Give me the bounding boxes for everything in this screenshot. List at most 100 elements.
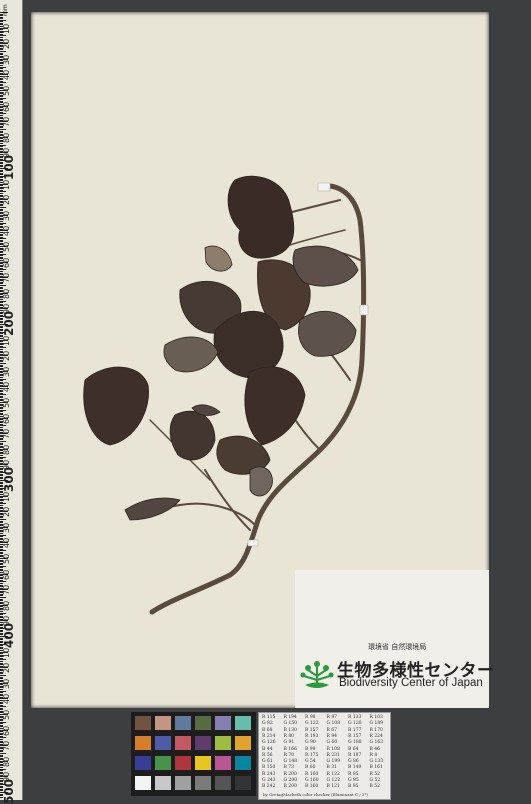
color-value-cell: R 115 [262,715,276,720]
color-checker-card [131,712,256,796]
color-value-cell: G 86 [348,759,359,765]
color-value-cell: R 214 [262,733,276,739]
color-value-cell: G 163 [369,740,384,746]
color-value-cell: B 150 [262,765,276,771]
color-value-cell: G 61 [262,759,273,765]
color-value-cell: G 60 [326,740,338,746]
color-value-cell: G 160 [305,778,319,783]
color-value-cell: B 60 [305,765,316,771]
color-value-cell: G 200 [283,778,298,783]
color-value-cell: B 67 [326,727,337,733]
color-swatch [135,776,151,790]
color-value-cell: B 73 [283,765,294,771]
color-value-cell: G 189 [369,721,384,727]
color-value-cell: B 166 [283,746,297,752]
color-value-cell: R 56 [262,752,273,758]
color-value-cell: B 99 [305,746,316,752]
color-swatch [195,736,211,750]
color-value-cell: R 85 [348,771,359,777]
color-swatch [135,716,151,730]
color-value-cell: G 243 [262,778,276,783]
color-value-cell: R 243 [262,771,276,777]
color-value-cell: R 94 [326,733,338,739]
color-table-footnote: by GretagMacbeth color checker (Illumina… [263,792,368,797]
color-swatch [235,756,251,770]
color-swatch [215,756,231,770]
color-value-cell: G 199 [326,759,341,765]
color-value-cell: R 133 [348,715,362,720]
color-swatch [195,716,211,730]
color-value-cell: R 200 [283,771,297,777]
color-value-cell: G 82 [262,721,273,727]
color-swatch [235,736,251,750]
color-value-cell: B 46 [369,746,380,752]
color-value-cell: G 91 [283,740,295,746]
color-swatch [135,736,151,750]
biodiversity-tree-logo-icon [300,661,334,688]
color-value-cell: B 85 [348,784,359,790]
color-value-cell: B 52 [369,784,380,790]
color-swatch [175,756,191,770]
color-value-cell: R 103 [369,715,383,720]
color-value-cell: G 52 [369,778,381,783]
color-value-cell: R 80 [283,733,295,739]
color-value-cell: R 175 [305,752,319,758]
color-swatch [155,756,171,770]
center-name-english: Biodiversity Center of Japan [339,677,483,689]
color-value-cell: R 231 [326,752,340,758]
agency-name: 環境省 自然環境局 [368,643,427,651]
color-value-cell: B 157 [305,727,319,733]
color-value-cell: B 200 [283,784,297,790]
color-value-cell: G 188 [348,740,362,746]
color-value-cell: R 160 [305,771,319,777]
color-swatch [215,736,231,750]
color-value-cell: G 133 [369,759,384,765]
color-swatch [155,716,171,730]
color-value-cell: G 150 [283,721,298,727]
color-value-cell: G 54 [305,759,316,765]
color-swatch [175,736,191,750]
color-swatch [235,776,251,790]
color-values-table: by GretagMacbeth color checker (Illumina… [258,712,391,800]
color-value-cell: R 98 [305,715,316,720]
color-value-cell: R 70 [283,752,295,758]
color-value-cell: G 85 [348,778,359,783]
color-value-cell: R 52 [369,771,381,777]
color-value-cell: R 194 [283,715,297,720]
color-value-cell: B 130 [283,727,297,733]
color-value-cell: G 148 [283,759,298,765]
color-swatch [195,776,211,790]
color-value-cell: B 31 [326,765,337,771]
color-value-cell: R 122 [326,771,340,777]
color-value-cell: B 108 [326,746,340,752]
color-swatch [155,736,171,750]
color-value-cell: R 157 [348,733,362,739]
color-value-cell: B 160 [305,784,319,790]
color-value-cell: G 122 [305,721,319,727]
color-swatch [135,756,151,770]
color-value-cell: B 149 [348,765,362,771]
color-swatch [195,756,211,770]
color-swatch [175,716,191,730]
color-value-cell: B 64 [348,746,359,752]
institution-stamp: 環境省 自然環境局 生物多様性センター Biodiversity Center … [295,570,494,708]
color-value-cell: R 193 [305,733,319,739]
color-value-cell: B 161 [369,765,383,771]
color-value-cell: B 170 [369,727,383,733]
color-value-cell: G 128 [348,721,362,727]
color-value-cell: B 44 [262,746,273,752]
color-value-cell: R 87 [326,715,338,720]
color-value-cell: B 121 [326,784,340,790]
color-value-cell: G 90 [305,740,316,746]
color-value-cell: R 8 [369,752,378,758]
color-value-cell: R 187 [348,752,362,758]
color-value-cell: B 242 [262,784,276,790]
color-swatch [215,716,231,730]
color-value-cell: B 177 [348,727,362,733]
color-value-cell: G 126 [262,740,276,746]
color-value-cell: G 122 [326,778,341,783]
color-swatch [155,776,171,790]
color-value-cell: B 68 [262,727,273,733]
color-swatch [175,776,191,790]
color-value-cell: R 224 [369,733,383,739]
